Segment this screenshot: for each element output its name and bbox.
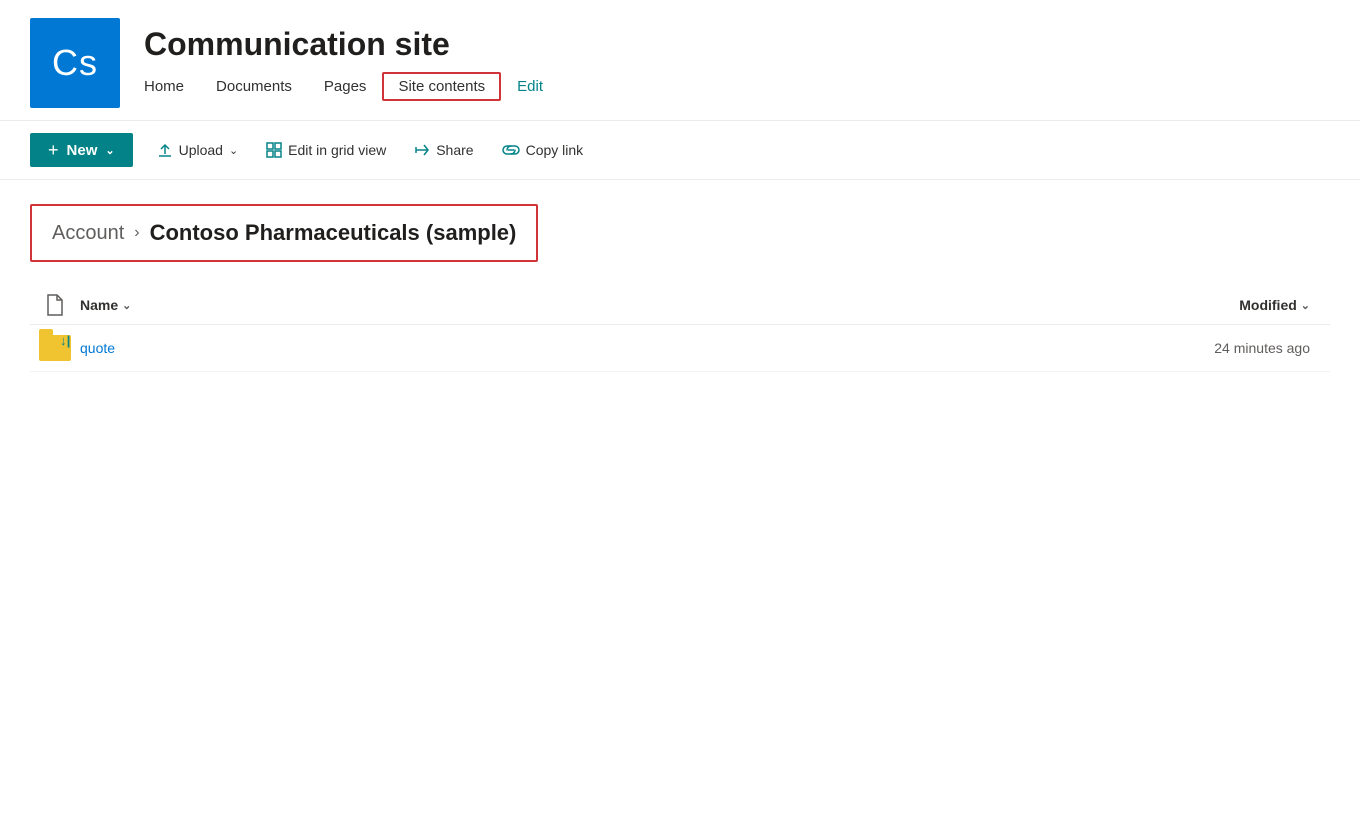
- new-chevron-icon: ⌄: [105, 144, 114, 157]
- nav-edit[interactable]: Edit: [501, 74, 559, 99]
- nav-home[interactable]: Home: [144, 74, 200, 99]
- new-button[interactable]: + New ⌄: [30, 133, 133, 167]
- edit-grid-label: Edit in grid view: [288, 142, 386, 158]
- name-column-label: Name: [80, 297, 118, 313]
- breadcrumb: Account › Contoso Pharmaceuticals (sampl…: [30, 204, 538, 262]
- grid-icon: [266, 142, 282, 158]
- site-info: Communication site Home Documents Pages …: [144, 25, 559, 100]
- content-area: Account › Contoso Pharmaceuticals (sampl…: [0, 180, 1360, 396]
- edit-grid-button[interactable]: Edit in grid view: [254, 136, 398, 164]
- name-sort-icon: ⌄: [122, 299, 131, 312]
- plus-icon: +: [48, 141, 59, 159]
- name-column-header[interactable]: Name ⌄: [80, 297, 1110, 313]
- file-name[interactable]: quote: [80, 340, 1110, 356]
- file-list: Name ⌄ Modified ⌄ ↓| quote 24 minutes ag…: [30, 286, 1330, 372]
- upload-chevron-icon: ⌄: [229, 144, 238, 157]
- breadcrumb-account[interactable]: Account: [52, 222, 124, 245]
- site-title: Communication site: [144, 25, 559, 63]
- share-button[interactable]: Share: [402, 136, 485, 164]
- upload-label: Upload: [179, 142, 223, 158]
- table-row[interactable]: ↓| quote 24 minutes ago: [30, 325, 1330, 372]
- file-modified: 24 minutes ago: [1110, 340, 1330, 356]
- file-list-header: Name ⌄ Modified ⌄: [30, 286, 1330, 325]
- site-nav: Home Documents Pages Site contents Edit: [144, 72, 559, 101]
- share-label: Share: [436, 142, 473, 158]
- site-header: Cs Communication site Home Documents Pag…: [0, 0, 1360, 121]
- sync-icon: ↓|: [60, 333, 84, 348]
- nav-pages[interactable]: Pages: [308, 74, 383, 99]
- nav-site-contents[interactable]: Site contents: [382, 72, 501, 101]
- toolbar: + New ⌄ Upload ⌄ Edit in grid view: [0, 121, 1360, 180]
- file-type-icon: ↓|: [30, 335, 80, 361]
- file-type-header-icon: [30, 294, 80, 316]
- modified-sort-icon: ⌄: [1301, 299, 1310, 312]
- breadcrumb-separator: ›: [134, 224, 139, 242]
- upload-icon: [157, 142, 173, 158]
- nav-documents[interactable]: Documents: [200, 74, 308, 99]
- copy-link-label: Copy link: [526, 142, 584, 158]
- copy-link-icon: [502, 145, 520, 155]
- modified-column-label: Modified: [1239, 297, 1297, 313]
- breadcrumb-current: Contoso Pharmaceuticals (sample): [150, 220, 517, 246]
- share-icon: [414, 142, 430, 158]
- copy-link-button[interactable]: Copy link: [490, 136, 596, 164]
- site-logo: Cs: [30, 18, 120, 108]
- upload-button[interactable]: Upload ⌄: [145, 136, 251, 164]
- modified-column-header[interactable]: Modified ⌄: [1110, 297, 1330, 313]
- new-label: New: [67, 142, 98, 159]
- logo-initials: Cs: [52, 42, 98, 84]
